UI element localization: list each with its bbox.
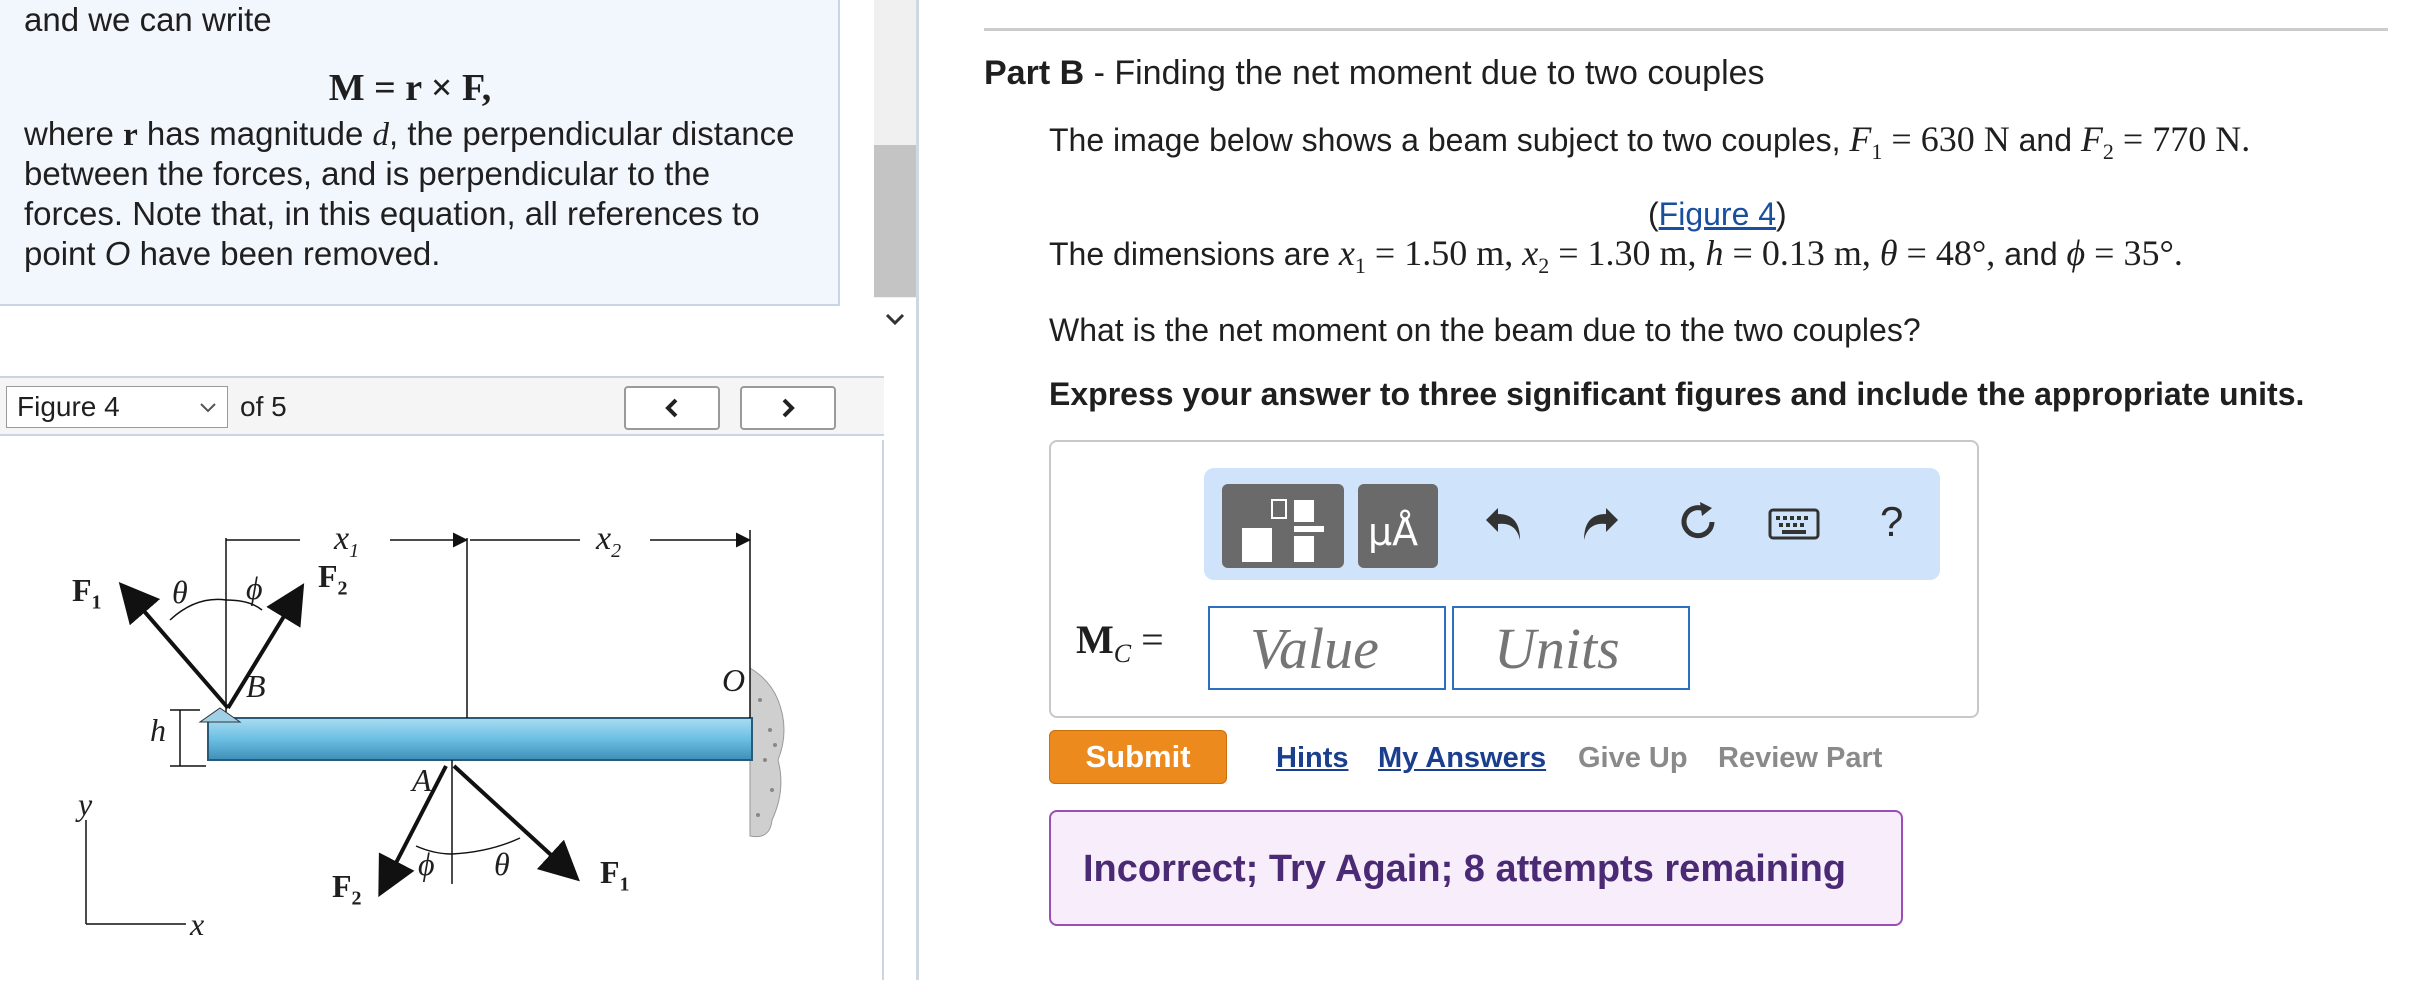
label-y-axis: y <box>78 786 93 822</box>
explanation-line: forces. Note that, in this equation, all… <box>24 195 760 232</box>
equals-sign: = <box>1131 617 1164 662</box>
beam-diagram <box>85 530 785 925</box>
scrollbar-thumb[interactable] <box>874 145 916 297</box>
label-h: h <box>150 712 166 748</box>
text-fragment: has magnitude <box>137 115 373 152</box>
review-part-link[interactable]: Review Part <box>1718 742 1882 775</box>
figure-reference: (Figure 4) <box>1648 196 1787 233</box>
label-theta-bottom: θ <box>494 846 510 882</box>
explanation-line: point O have been removed. <box>24 234 440 274</box>
problem-statement: The image below shows a beam subject to … <box>1049 118 2250 165</box>
explanation-line: between the forces, and is perpendicular… <box>24 155 711 192</box>
symbol-c: C <box>1113 639 1132 668</box>
chevron-left-icon <box>665 398 678 418</box>
templates-button[interactable] <box>1222 484 1344 568</box>
part-heading: Finding the net moment due to two couple… <box>1114 54 1765 92</box>
label-f1-bottom: F1 <box>600 854 630 896</box>
keyboard-icon <box>1768 508 1820 540</box>
next-figure-button[interactable] <box>740 386 836 430</box>
text-fragment: , the perpendicular distance <box>389 115 795 152</box>
moment-equation: M = r × F, <box>0 66 820 110</box>
text-fragment: and <box>2004 236 2067 272</box>
text-fragment: where <box>24 115 124 152</box>
my-answers-link[interactable]: My Answers <box>1378 742 1546 775</box>
text-fragment: ( <box>1648 196 1659 232</box>
text-fragment: - <box>1084 54 1115 92</box>
text-fragment: The dimensions are <box>1049 236 1339 272</box>
scroll-down-arrow-icon[interactable] <box>878 302 912 336</box>
units-label: μÅ <box>1368 510 1419 554</box>
units-button[interactable]: μÅ <box>1358 484 1438 568</box>
text-fragment: ) <box>1776 196 1787 232</box>
explanation-line: where r has magnitude d, the perpendicul… <box>24 114 794 155</box>
redo-button[interactable] <box>1578 500 1622 554</box>
label-o: O <box>722 662 746 698</box>
symbol-m: M <box>1076 617 1114 662</box>
symbol-o: O <box>104 235 131 272</box>
figure-image: x1 x2 F1 F2 θ ϕ B O h A ϕ θ F2 F1 y x <box>0 440 884 980</box>
templates-icon <box>1242 499 1324 562</box>
help-button[interactable]: ? <box>1880 498 1903 546</box>
symbol-f1: F1 = 630 N <box>1849 119 2010 165</box>
figure-4-link[interactable]: Figure 4 <box>1659 196 1776 232</box>
figure-select-value: Figure 4 <box>17 391 120 422</box>
symbol-d: d <box>372 117 390 153</box>
feedback-message: Incorrect; Try Again; 8 attempts remaini… <box>1083 848 1846 890</box>
undo-button[interactable] <box>1482 500 1526 554</box>
figure-toolbar: Figure 4 of 5 <box>0 376 884 436</box>
label-f2-top: F2 <box>318 558 348 600</box>
wall-support <box>749 667 785 838</box>
symbol-r: r <box>123 117 138 153</box>
give-up-link[interactable]: Give Up <box>1578 742 1688 775</box>
label-b: B <box>246 668 266 704</box>
label-x2: x2 <box>596 520 622 562</box>
units-input[interactable] <box>1452 606 1690 690</box>
symbol-f2: F2 = 770 N. <box>2080 119 2251 165</box>
chevron-down-icon <box>197 387 219 440</box>
instruction-text: Express your answer to three significant… <box>1049 376 2305 412</box>
chevron-right-icon <box>782 398 795 418</box>
equation-text: M = r × F, <box>328 67 492 109</box>
explanation-line: and we can write <box>24 1 272 38</box>
keyboard-button[interactable] <box>1768 506 1820 552</box>
dim-h: h = 0.13 m, <box>1705 233 1880 273</box>
figure-count-label: of 5 <box>240 391 287 422</box>
dim-x1: x1 = 1.50 m, <box>1338 233 1523 279</box>
text-fragment: The image below shows a beam subject to … <box>1049 122 1850 158</box>
part-title: Part B - Finding the net moment due to t… <box>984 54 1765 93</box>
label-f2-bottom: F2 <box>332 868 362 910</box>
label-phi-bottom: ϕ <box>418 846 435 882</box>
hints-link[interactable]: Hints <box>1276 742 1349 775</box>
math-toolbar: μÅ ? <box>1204 468 1940 580</box>
figure-select[interactable]: Figure 4 <box>6 386 228 428</box>
previous-figure-button[interactable] <box>624 386 720 430</box>
column-divider <box>916 0 919 980</box>
feedback-box: Incorrect; Try Again; 8 attempts remaini… <box>1049 810 1903 926</box>
text-fragment: have been removed. <box>130 235 441 272</box>
answer-label: MC = <box>1076 616 1164 669</box>
redo-icon <box>1584 508 1618 540</box>
top-divider <box>984 28 2388 31</box>
submit-button[interactable]: Submit <box>1049 730 1227 784</box>
beam <box>207 717 753 761</box>
dim-theta: θ = 48°, <box>1879 233 2005 273</box>
value-input[interactable] <box>1208 606 1446 690</box>
dim-x2: x2 = 1.30 m, <box>1522 233 1706 279</box>
text-fragment: and <box>2009 122 2081 158</box>
label-theta-top: θ <box>172 574 188 610</box>
reset-icon <box>1681 502 1715 539</box>
explanation-panel: and we can write M = r × F, where r has … <box>0 0 840 306</box>
part-label: Part B <box>984 54 1085 92</box>
label-phi-top: ϕ <box>246 570 263 606</box>
label-x-axis: x <box>190 906 205 942</box>
label-a: A <box>412 762 432 798</box>
undo-icon <box>1486 508 1520 540</box>
dimensions-text: The dimensions are x1 = 1.50 m, x2 = 1.3… <box>1049 232 2183 279</box>
label-x1: x1 <box>334 520 360 562</box>
label-f1-top: F1 <box>72 572 102 614</box>
reset-button[interactable] <box>1674 498 1722 556</box>
dim-phi: ϕ = 35°. <box>2066 233 2183 273</box>
text-fragment: point <box>24 235 105 272</box>
question-text: What is the net moment on the beam due t… <box>1049 312 1921 348</box>
